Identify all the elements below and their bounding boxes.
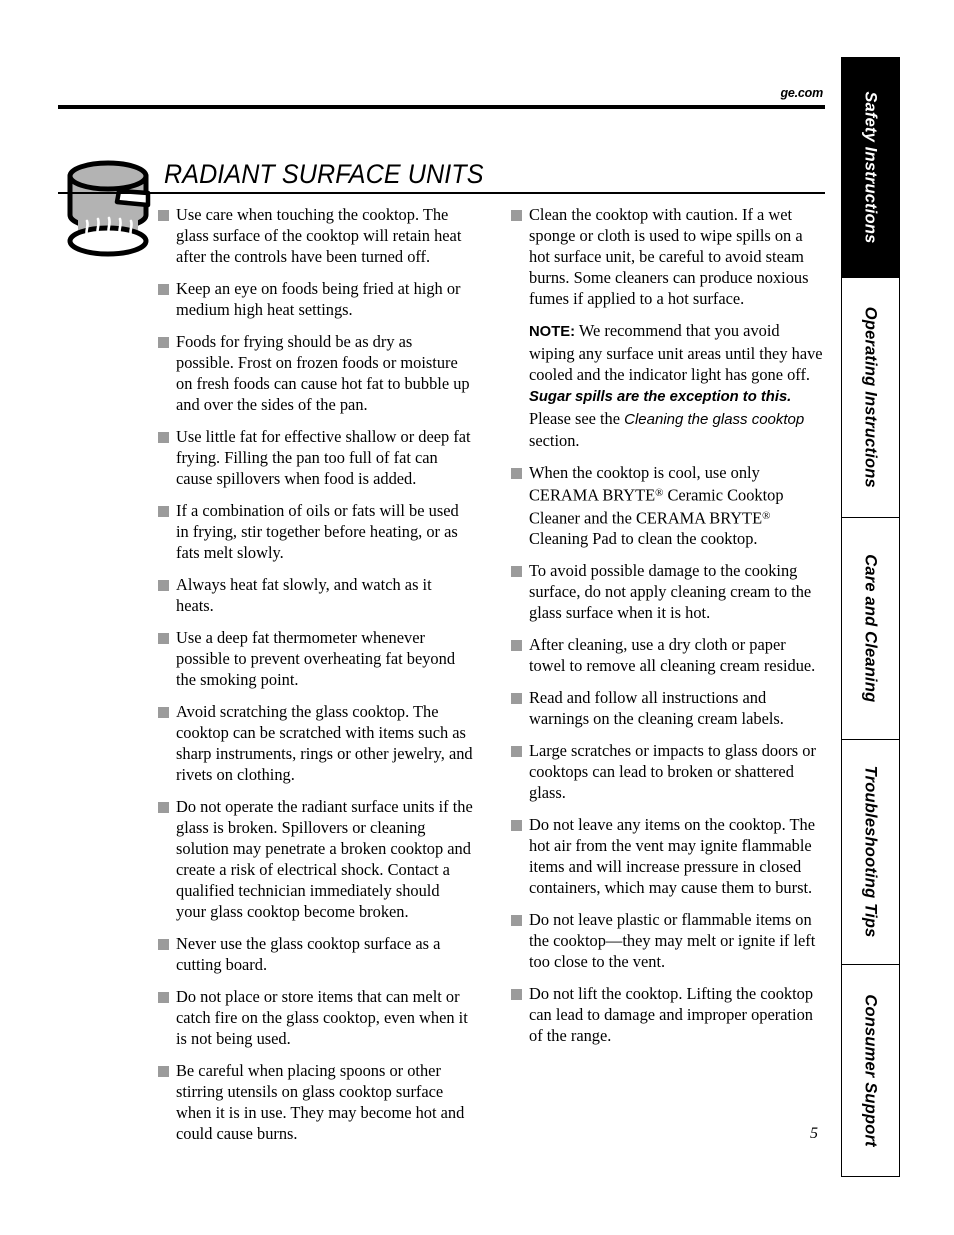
note-body-part-3: section. [529, 431, 580, 450]
safety-bullet-text: Do not leave any items on the cooktop. T… [529, 815, 816, 898]
safety-bullet-text: Do not operate the radiant surface units… [176, 797, 473, 921]
safety-bullet-text: Do not leave plastic or flammable items … [529, 910, 816, 972]
safety-bullet-text: When the cooktop is cool, use only CERAM… [529, 462, 826, 549]
note-paragraph: NOTE: We recommend that you avoid wiping… [529, 320, 826, 451]
bullet-marker [158, 992, 169, 1003]
safety-bullet-text: After cleaning, use a dry cloth or paper… [529, 635, 816, 676]
safety-bullet-text: Use care when touching the cooktop. The … [176, 205, 462, 266]
bullet-text-part-3: Cleaning Pad to clean the cooktop. [529, 529, 758, 549]
section-title-block: RADIANT SURFACE UNITS [58, 158, 825, 194]
safety-bullet-item: Use care when touching the cooktop. The … [158, 204, 473, 267]
bullet-marker [158, 707, 169, 718]
safety-bullet-text: If a combination of oils or fats will be… [176, 501, 459, 562]
note-body-part-2: Please see the [529, 409, 625, 428]
bullet-marker [158, 210, 169, 221]
bullet-marker [158, 939, 169, 950]
safety-bullet-text: Be careful when placing spoons or other … [176, 1061, 465, 1143]
safety-bullet-item: Do not leave any items on the cooktop. T… [511, 814, 826, 898]
safety-bullet-text: Foods for frying should be as dry as pos… [176, 332, 470, 414]
safety-bullet-item: After cleaning, use a dry cloth or paper… [511, 634, 826, 676]
bullet-marker [158, 633, 169, 644]
safety-bullet-text: Read and follow all instructions and war… [529, 688, 784, 729]
safety-bullet-item: Clean the cooktop with caution. If a wet… [511, 204, 826, 309]
side-tab-label: Troubleshooting Tips [861, 766, 881, 938]
header-rule [58, 105, 825, 109]
side-tab-strip: Safety Instructions Operating Instructio… [841, 57, 900, 1177]
side-tab-troubleshooting-tips[interactable]: Troubleshooting Tips [841, 740, 900, 965]
bullet-marker [158, 580, 169, 591]
safety-bullet-text: Use little fat for effective shallow or … [176, 427, 471, 488]
side-tab-label: Consumer Support [861, 994, 881, 1147]
safety-bullet-item: Do not operate the radiant surface units… [158, 796, 473, 922]
bullet-marker [158, 802, 169, 813]
note-section-reference: Cleaning the glass cooktop [624, 411, 805, 428]
bullet-marker [158, 506, 169, 517]
bullet-marker [511, 566, 522, 578]
safety-bullet-item: Avoid scratching the glass cooktop. The … [158, 701, 473, 785]
safety-bullet-text: Do not lift the cooktop. Lifting the coo… [529, 984, 814, 1046]
bullet-marker [511, 915, 522, 927]
safety-bullet-text: Use a deep fat thermometer whenever poss… [176, 628, 456, 689]
safety-bullet-item: Use little fat for effective shallow or … [158, 426, 473, 489]
page-number: 5 [810, 1125, 818, 1142]
right-column: Clean the cooktop with caution. If a wet… [511, 204, 826, 1155]
bullet-marker [511, 820, 522, 832]
note-emphasis: Sugar spills are the exception to this. [529, 389, 792, 405]
bullet-marker [158, 284, 169, 295]
note-label: NOTE: [529, 324, 576, 340]
safety-bullet-item: Large scratches or impacts to glass door… [511, 740, 826, 803]
bullet-marker [511, 210, 522, 221]
side-tab-operating-instructions[interactable]: Operating Instructions [841, 278, 900, 518]
page-header: ge.com [58, 86, 825, 109]
bullet-marker [511, 989, 522, 1001]
safety-bullet-item: Do not leave plastic or flammable items … [511, 909, 826, 972]
side-tab-consumer-support[interactable]: Consumer Support [841, 965, 900, 1177]
bullet-marker [158, 337, 169, 348]
side-tab-label: Safety Instructions [861, 91, 881, 244]
side-tab-care-and-cleaning[interactable]: Care and Cleaning [841, 518, 900, 740]
safety-bullet-item: To avoid possible damage to the cooking … [511, 560, 826, 623]
left-column: Use care when touching the cooktop. The … [158, 204, 473, 1155]
safety-bullet-text: Do not place or store items that can mel… [176, 987, 468, 1048]
page-title: RADIANT SURFACE UNITS [164, 159, 484, 189]
safety-bullet-text: Never use the glass cooktop surface as a… [176, 934, 441, 974]
bullet-marker [511, 468, 522, 479]
side-tab-label: Operating Instructions [861, 306, 881, 489]
safety-bullet-item: Never use the glass cooktop surface as a… [158, 933, 473, 975]
document-page: ge.com RADIANT SURFACE UNITS Use care wh… [0, 0, 954, 1235]
safety-bullet-item: Use a deep fat thermometer whenever poss… [158, 627, 473, 690]
safety-bullet-text: Clean the cooktop with caution. If a wet… [529, 205, 809, 308]
safety-bullet-item: If a combination of oils or fats will be… [158, 500, 473, 563]
safety-bullet-text: Keep an eye on foods being fried at high… [176, 279, 461, 319]
bullet-marker [158, 432, 169, 443]
safety-bullet-text: Avoid scratching the glass cooktop. The … [176, 702, 473, 784]
safety-bullet-item: Read and follow all instructions and war… [511, 687, 826, 729]
bullet-marker [158, 1066, 169, 1077]
bullet-marker [511, 746, 522, 758]
safety-bullet-text: To avoid possible damage to the cooking … [529, 561, 812, 623]
registered-trademark-icon: ® [762, 509, 771, 522]
safety-bullet-item: Be careful when placing spoons or other … [158, 1060, 473, 1144]
side-tab-safety-instructions[interactable]: Safety Instructions [841, 57, 900, 278]
content-columns: Use care when touching the cooktop. The … [158, 204, 826, 1155]
safety-bullet-item: Do not place or store items that can mel… [158, 986, 473, 1049]
safety-bullet-item: Foods for frying should be as dry as pos… [158, 331, 473, 415]
safety-bullet-item: Always heat fat slowly, and watch as it … [158, 574, 473, 616]
note-text: NOTE: We recommend that you avoid wiping… [529, 320, 826, 451]
safety-bullet-text: Large scratches or impacts to glass door… [529, 741, 816, 803]
safety-bullet-item: When the cooktop is cool, use only CERAM… [511, 462, 826, 549]
safety-bullet-text: Always heat fat slowly, and watch as it … [176, 575, 432, 615]
site-url: ge.com [780, 86, 823, 100]
title-rule [58, 192, 825, 194]
bullet-marker [511, 640, 522, 652]
side-tab-label: Care and Cleaning [861, 554, 881, 703]
safety-bullet-item: Keep an eye on foods being fried at high… [158, 278, 473, 320]
bullet-marker [511, 693, 522, 705]
safety-bullet-item: Do not lift the cooktop. Lifting the coo… [511, 983, 826, 1046]
